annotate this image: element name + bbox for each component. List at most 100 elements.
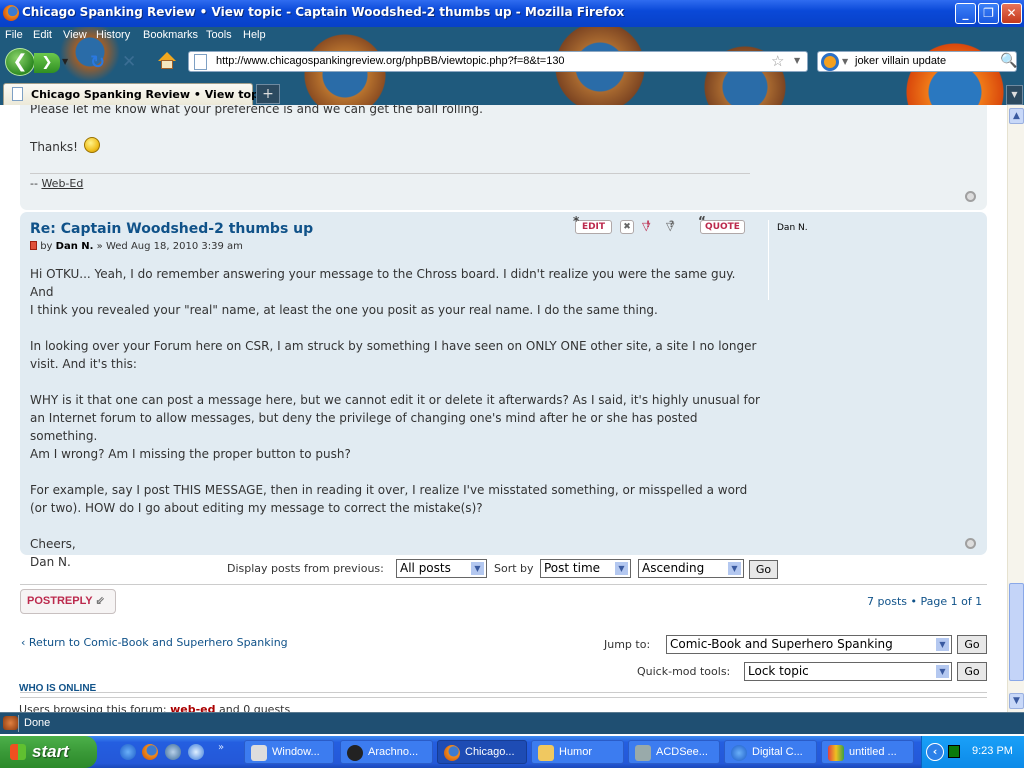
monitor-icon[interactable]: [948, 745, 960, 758]
post-line: an Internet forum to allow messages, but…: [30, 411, 698, 443]
post-date: Wed Aug 18, 2010 3:39 am: [105, 241, 243, 252]
engine-dropdown-icon[interactable]: ▼: [842, 57, 848, 66]
windows-logo-icon: [10, 744, 26, 760]
quick-mod-go-button[interactable]: Go: [957, 662, 987, 681]
task-firefox-chicago[interactable]: Chicago...: [437, 740, 527, 764]
page-content: Please let me know what your preference …: [0, 105, 1007, 712]
divider: [20, 692, 987, 693]
search-input[interactable]: joker villain update: [855, 55, 946, 67]
menu-edit[interactable]: Edit: [33, 29, 52, 41]
profile-author-name[interactable]: Dan N.: [777, 223, 808, 233]
history-dropdown-icon[interactable]: ▼: [62, 57, 68, 66]
email-client-icon[interactable]: [165, 744, 181, 760]
jump-to-select[interactable]: Comic-Book and Superhero Spanking ▼: [666, 635, 952, 654]
report-button[interactable]: ▽!: [642, 220, 650, 233]
close-button[interactable]: ✕: [1001, 3, 1022, 24]
sort-go-button[interactable]: Go: [749, 560, 778, 579]
paint-icon: [828, 745, 844, 761]
post-author[interactable]: Dan N.: [56, 241, 94, 252]
quote-button[interactable]: “ QUOTE: [698, 215, 745, 234]
bing-engine-icon[interactable]: [821, 53, 839, 71]
address-bar[interactable]: http://www.chicagospankingreview.org/php…: [188, 51, 808, 72]
task-acdsee[interactable]: ACDSee...: [628, 740, 720, 764]
post-line: (or two). HOW do I go about editing my m…: [30, 501, 483, 515]
post-line: In looking over your Forum here on CSR, …: [30, 339, 757, 353]
new-tab-button[interactable]: +: [256, 84, 280, 104]
signature-link[interactable]: Web-Ed: [41, 177, 83, 190]
signature: -- Web-Ed: [30, 177, 84, 190]
divider: [20, 697, 987, 698]
back-button[interactable]: ❮: [5, 48, 35, 76]
stop-button[interactable]: ✕: [122, 52, 136, 72]
post-title[interactable]: Re: Captain Woodshed-2 thumbs up: [30, 221, 313, 237]
signature-divider: [30, 173, 750, 174]
home-button[interactable]: [158, 52, 176, 70]
delete-button[interactable]: ✖: [620, 220, 634, 234]
return-to-forum-link[interactable]: ‹ Return to Comic-Book and Superhero Spa…: [21, 636, 288, 649]
url-dropdown-icon[interactable]: ▼: [794, 56, 800, 65]
post-line: visit. And it's this:: [30, 357, 137, 371]
post-line: Cheers,: [30, 537, 76, 551]
status-icon: [3, 716, 18, 730]
browser-chrome: File Edit View History Bookmarks Tools H…: [0, 27, 1024, 105]
post-icon[interactable]: [30, 241, 37, 250]
info-button[interactable]: ▽?: [666, 220, 674, 233]
display-posts-select[interactable]: All posts ▼: [396, 559, 487, 578]
back-to-top-icon[interactable]: [965, 538, 976, 549]
online-user-link[interactable]: web-ed: [170, 703, 215, 712]
chevron-down-icon: ▼: [936, 665, 949, 678]
vertical-scrollbar[interactable]: ▲ ▼: [1007, 105, 1024, 712]
internet-explorer-icon[interactable]: [120, 744, 136, 760]
menu-bookmarks[interactable]: Bookmarks: [143, 29, 198, 41]
sort-order-select[interactable]: Ascending ▼: [638, 559, 744, 578]
task-arachnophilia[interactable]: Arachno...: [340, 740, 433, 764]
quicklaunch-app-icon[interactable]: [188, 744, 204, 760]
sort-by-select[interactable]: Post time ▼: [540, 559, 631, 578]
minimize-button[interactable]: _: [955, 3, 976, 24]
back-to-top-icon[interactable]: [965, 191, 976, 202]
task-windows[interactable]: Window...: [244, 740, 334, 764]
post-meta: by Dan N. » Wed Aug 18, 2010 3:39 am: [30, 241, 243, 252]
post-line: I think you revealed your "real" name, a…: [30, 303, 658, 317]
task-humor-folder[interactable]: Humor: [531, 740, 624, 764]
menu-tools[interactable]: Tools: [206, 29, 232, 41]
menu-history[interactable]: History: [96, 29, 130, 41]
search-bar[interactable]: ▼ joker villain update 🔍: [817, 51, 1017, 72]
scroll-thumb[interactable]: [1009, 583, 1024, 681]
quicklaunch-more-icon[interactable]: »: [218, 742, 224, 753]
edit-button[interactable]: * EDIT: [573, 215, 612, 234]
acdsee-icon: [635, 745, 651, 761]
search-icon[interactable]: 🔍: [1000, 53, 1017, 69]
bookmark-star-icon[interactable]: ☆: [771, 52, 784, 70]
start-button[interactable]: start: [0, 736, 97, 768]
show-hidden-icons-button[interactable]: ‹: [926, 743, 944, 761]
jump-go-button[interactable]: Go: [957, 635, 987, 654]
chevron-down-icon: ▼: [728, 562, 741, 575]
menu-file[interactable]: File: [5, 29, 23, 41]
chevron-left-icon: ‹: [21, 636, 29, 649]
tab-list-button[interactable]: ▼: [1006, 85, 1023, 105]
folder-icon: [538, 745, 554, 761]
menu-help[interactable]: Help: [243, 29, 266, 41]
tab-bar: Chicago Spanking Review • View topi... +…: [0, 80, 1024, 105]
task-paint-untitled[interactable]: untitled ...: [821, 740, 914, 764]
firefox-icon[interactable]: [142, 744, 158, 760]
clock[interactable]: 9:23 PM: [972, 745, 1013, 757]
taskbar: start » Window... Arachno... Chicago... …: [0, 736, 1024, 768]
forward-button[interactable]: ❯: [34, 53, 60, 73]
scroll-up-button[interactable]: ▲: [1009, 108, 1024, 124]
reload-button[interactable]: ↻: [90, 52, 105, 73]
menu-view[interactable]: View: [63, 29, 87, 41]
navigation-toolbar: ❮ ❯ ▼ ↻ ✕ http://www.chicagospankingrevi…: [0, 47, 1024, 76]
post-line: Hi OTKU... Yeah, I do remember answering…: [30, 267, 736, 299]
scroll-down-button[interactable]: ▼: [1009, 693, 1024, 709]
maximize-button[interactable]: ❐: [978, 3, 999, 24]
chevron-down-icon: ▼: [471, 562, 484, 575]
task-digital-c[interactable]: Digital C...: [724, 740, 817, 764]
system-tray: ‹ 9:23 PM: [921, 736, 1024, 768]
tab-chicago-spanking-review[interactable]: Chicago Spanking Review • View topi...: [3, 83, 275, 105]
quick-mod-select[interactable]: Lock topic ▼: [744, 662, 952, 681]
users-browsing-text: Users browsing this forum: web-ed and 0 …: [19, 703, 290, 712]
url-text[interactable]: http://www.chicagospankingreview.org/php…: [216, 55, 565, 67]
post-reply-button[interactable]: POSTREPLY ⇙: [20, 589, 116, 614]
